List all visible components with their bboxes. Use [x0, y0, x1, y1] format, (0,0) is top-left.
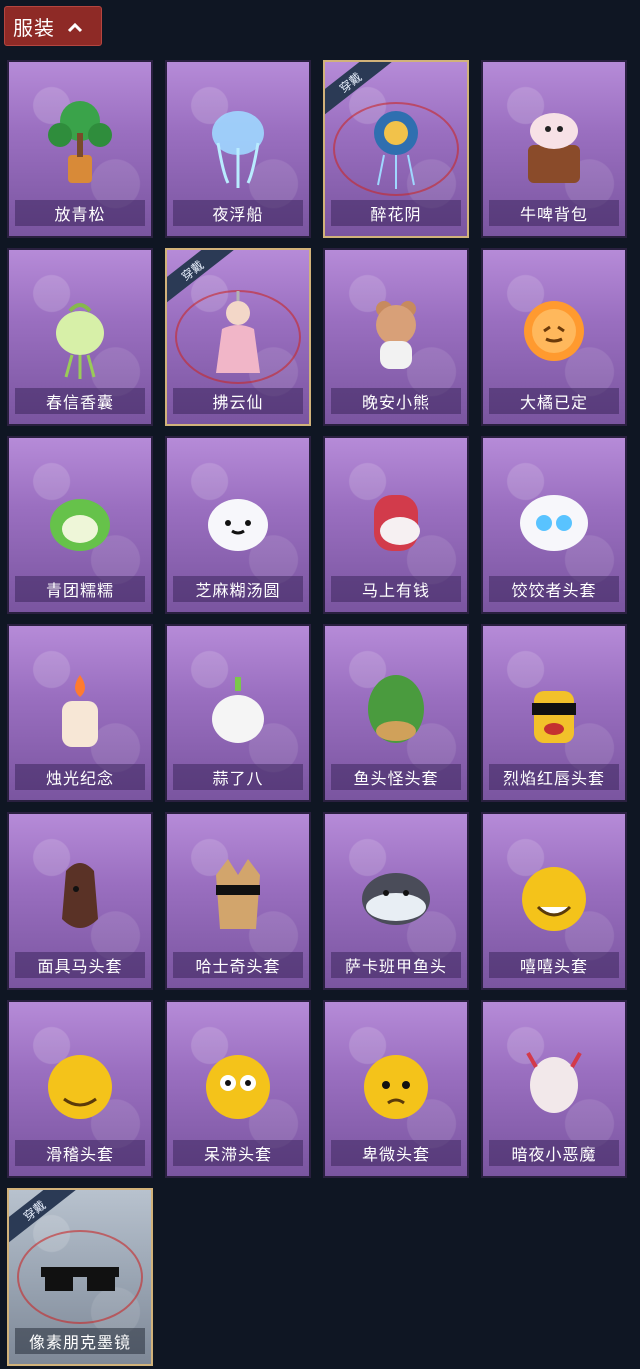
costume-item-label: 暗夜小恶魔 [489, 1140, 619, 1166]
cow-barrel-icon [509, 88, 599, 198]
costume-item-label: 大橘已定 [489, 388, 619, 414]
costume-item-card[interactable]: 春信香囊 [7, 248, 153, 426]
costume-item-label: 哈士奇头套 [173, 952, 303, 978]
pine-bonsai-icon [35, 88, 125, 198]
costume-item-card[interactable]: 面具马头套 [7, 812, 153, 990]
costume-item-card[interactable]: 卑微头套 [323, 1000, 469, 1178]
dumpling-head-icon [509, 464, 599, 574]
costume-item-label: 像素朋克墨镜 [15, 1328, 145, 1354]
costume-item-label: 面具马头套 [15, 952, 145, 978]
teddy-bear-icon [351, 276, 441, 386]
costume-item-card[interactable]: 穿戴 醉花阴 [323, 60, 469, 238]
costume-item-label: 夜浮船 [173, 200, 303, 226]
costume-item-card[interactable]: 夜浮船 [165, 60, 311, 238]
costume-item-label: 醉花阴 [331, 200, 461, 226]
costume-item-label: 烛光纪念 [15, 764, 145, 790]
stare-emoji-icon [193, 1028, 283, 1138]
costume-item-card[interactable]: 烛光纪念 [7, 624, 153, 802]
candle-icon [35, 652, 125, 762]
costume-item-label: 晚安小熊 [331, 388, 461, 414]
fish-head-icon [351, 652, 441, 762]
costume-item-label: 拂云仙 [173, 388, 303, 414]
grin-emoji-icon [509, 840, 599, 950]
red-horse-icon [351, 464, 441, 574]
little-devil-icon [509, 1028, 599, 1138]
costume-item-card[interactable]: 萨卡班甲鱼头 [323, 812, 469, 990]
costume-item-label: 春信香囊 [15, 388, 145, 414]
horse-mask-icon [35, 840, 125, 950]
costume-item-card[interactable]: 马上有钱 [323, 436, 469, 614]
orange-slice-icon [509, 276, 599, 386]
costume-item-label: 青团糯糯 [15, 576, 145, 602]
costume-item-card[interactable]: 暗夜小恶魔 [481, 1000, 627, 1178]
costume-item-card[interactable]: 大橘已定 [481, 248, 627, 426]
garlic-icon [193, 652, 283, 762]
costume-item-card[interactable]: 饺饺者头套 [481, 436, 627, 614]
smirk-emoji-icon [35, 1028, 125, 1138]
jellyfish-lantern-icon [193, 88, 283, 198]
costume-item-card[interactable]: 蒜了八 [165, 624, 311, 802]
costume-item-card[interactable]: 牛啤背包 [481, 60, 627, 238]
costume-item-label: 芝麻糊汤圆 [173, 576, 303, 602]
costume-item-label: 滑稽头套 [15, 1140, 145, 1166]
green-dumpling-icon [35, 464, 125, 574]
costume-item-card[interactable]: 晚安小熊 [323, 248, 469, 426]
costume-item-card[interactable]: 烈焰红唇头套 [481, 624, 627, 802]
costume-category-label: 服装 [13, 15, 55, 40]
costume-item-card[interactable]: 鱼头怪头套 [323, 624, 469, 802]
costume-item-label: 鱼头怪头套 [331, 764, 461, 790]
costume-item-card[interactable]: 穿戴 像素朋克墨镜 [7, 1188, 153, 1366]
costume-item-card[interactable]: 放青松 [7, 60, 153, 238]
costume-item-card[interactable]: 芝麻糊汤圆 [165, 436, 311, 614]
flower-charm-icon [351, 88, 441, 198]
costume-item-card[interactable]: 哈士奇头套 [165, 812, 311, 990]
costume-item-card[interactable]: 嘻嘻头套 [481, 812, 627, 990]
costume-item-label: 烈焰红唇头套 [489, 764, 619, 790]
husky-mask-icon [193, 840, 283, 950]
sachet-icon [35, 276, 125, 386]
costume-item-label: 马上有钱 [331, 576, 461, 602]
costume-item-label: 呆滞头套 [173, 1140, 303, 1166]
fairy-doll-icon [193, 276, 283, 386]
costume-item-label: 牛啤背包 [489, 200, 619, 226]
costume-item-label: 萨卡班甲鱼头 [331, 952, 461, 978]
costume-item-label: 饺饺者头套 [489, 576, 619, 602]
pixel-sunglasses-icon [35, 1216, 125, 1326]
costume-item-label: 卑微头套 [331, 1140, 461, 1166]
rice-ball-icon [193, 464, 283, 574]
costume-item-card[interactable]: 青团糯糯 [7, 436, 153, 614]
pleading-emoji-icon [351, 1028, 441, 1138]
costume-category-button[interactable]: 服装 [4, 6, 102, 46]
costume-item-label: 嘻嘻头套 [489, 952, 619, 978]
yellow-mask-sunglasses-icon [509, 652, 599, 762]
costume-item-card[interactable]: 呆滞头套 [165, 1000, 311, 1178]
costume-item-card[interactable]: 穿戴 拂云仙 [165, 248, 311, 426]
fish-blob-icon [351, 840, 441, 950]
costume-item-card[interactable]: 滑稽头套 [7, 1000, 153, 1178]
chevron-up-icon [67, 14, 83, 38]
costume-item-label: 蒜了八 [173, 764, 303, 790]
costume-item-label: 放青松 [15, 200, 145, 226]
